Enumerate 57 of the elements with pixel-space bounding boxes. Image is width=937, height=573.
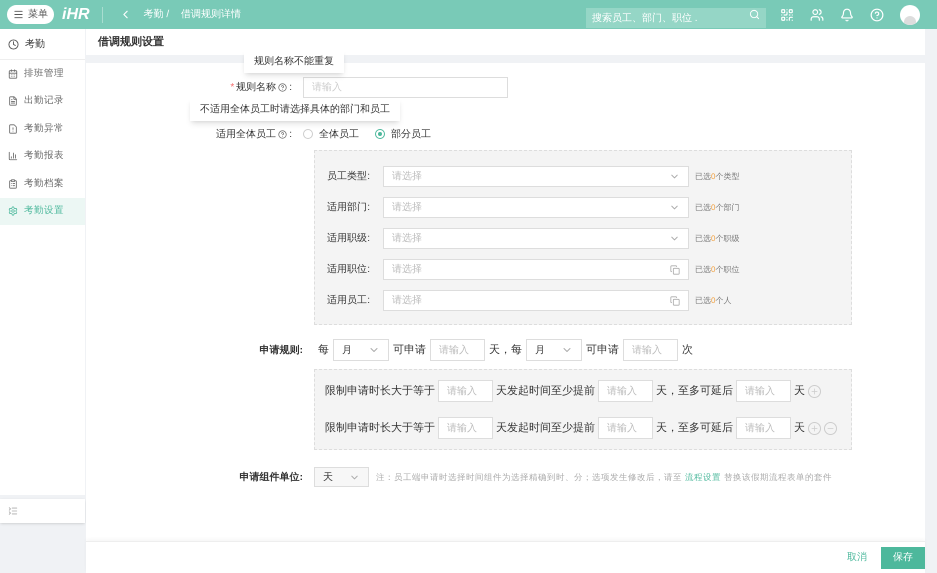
rule-text: 天，至多可延后: [656, 384, 733, 399]
breadcrumb-item: 借调规则详情: [181, 8, 242, 22]
required-mark: *: [230, 81, 234, 95]
logo: iHR: [62, 4, 90, 24]
label-colon: :: [289, 128, 292, 142]
radio-option[interactable]: 全体员工: [303, 126, 359, 142]
rule-text: 天: [794, 384, 805, 399]
selected-count: 已选0个人: [695, 294, 732, 306]
selected-count: 已选0个职级: [695, 232, 740, 244]
unit-select[interactable]: 天: [314, 467, 369, 487]
rule-text: 天发起时间至少提前: [496, 384, 595, 399]
input-field[interactable]: 请输入: [430, 339, 485, 361]
field-label: 适用员工:: [326, 294, 371, 308]
input-field[interactable]: 请输入: [598, 417, 653, 439]
sidebar-title: 考勤: [25, 38, 45, 52]
rule-text: 可申请: [586, 342, 619, 358]
selected-count: 已选0个职位: [695, 264, 740, 276]
sidebar-item[interactable]: 出勤记录: [0, 88, 85, 115]
sidebar-item[interactable]: 考勤异常: [0, 115, 85, 142]
rule-text: 每: [318, 342, 329, 358]
rule-text: 限制申请时长大于等于: [325, 384, 435, 399]
field-label: 规则名称: [236, 81, 276, 95]
page-title: 借调规则设置: [98, 34, 164, 50]
field-label: 申请组件单位:: [238, 470, 304, 484]
input-field[interactable]: 请输入: [736, 380, 791, 402]
rule-text: 天，至多可延后: [656, 420, 733, 436]
input-field[interactable]: 请输入: [623, 339, 678, 361]
input-field[interactable]: 请输入: [438, 380, 493, 402]
rule-text: 次: [682, 342, 693, 358]
rule-text: 天发起时间至少提前: [496, 420, 595, 436]
search-field[interactable]: 搜索员工、部门、职位 .: [586, 8, 766, 28]
input-field[interactable]: 请输入: [736, 417, 791, 439]
field-label: 适用全体员工: [216, 128, 276, 142]
sidebar-item[interactable]: 考勤档案: [0, 170, 85, 198]
tooltip: 规则名称不能重复: [244, 50, 344, 73]
field-label: 员工类型:: [326, 170, 371, 184]
period-select[interactable]: 月: [526, 339, 582, 361]
rule-text: 天: [794, 420, 805, 436]
rule-text: 天，每: [489, 342, 522, 358]
note-text: 注：员工端申请时选择时间组件为选择精确到时、分；选项发生修改后，请至 流程设置 替换该假期流程表单的套件: [376, 470, 832, 484]
field-label: 申请规则:: [258, 344, 304, 358]
rule-text: 限制申请时长大于等于: [325, 420, 435, 436]
selected-count: 已选0个部门: [695, 202, 740, 214]
field-label: 适用部门:: [326, 200, 371, 215]
field-label: 适用职级:: [326, 232, 371, 246]
input-field[interactable]: 请输入: [598, 380, 653, 402]
menu-button[interactable]: 菜单: [7, 5, 54, 24]
selected-count: 已选0个类型: [695, 170, 740, 182]
sidebar-item[interactable]: 排班管理: [0, 60, 85, 88]
radio-option[interactable]: 部分员工: [375, 126, 431, 142]
rule-text: 可申请: [393, 342, 426, 358]
sidebar-item[interactable]: 考勤报表: [0, 142, 85, 170]
label-colon: :: [289, 81, 292, 95]
input-field[interactable]: 请输入: [438, 417, 493, 439]
tooltip: 不适用全体员工时请选择具体的部门和员工: [190, 98, 400, 121]
period-select[interactable]: 月: [333, 339, 389, 361]
field-label: 适用职位:: [326, 262, 371, 277]
